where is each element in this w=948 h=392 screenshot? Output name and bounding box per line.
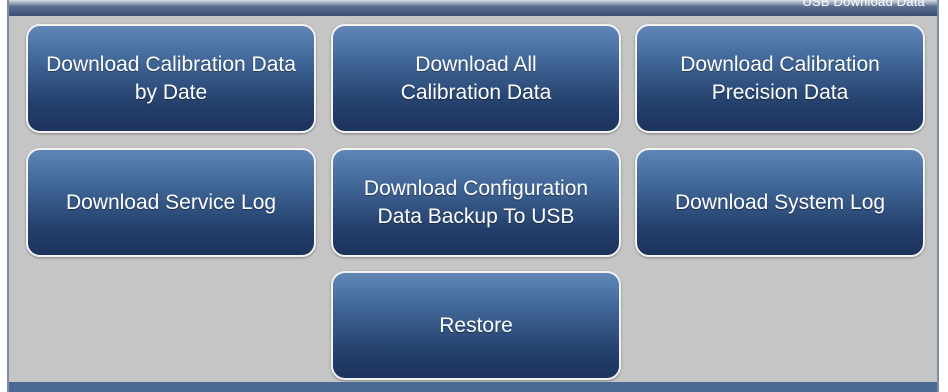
download-all-calibration-label: Download All Calibration Data xyxy=(400,52,552,104)
usb-download-screen: USB Download Data Download Calibration D… xyxy=(7,0,939,392)
download-config-backup-label: Download Configuration Data Backup To US… xyxy=(363,176,589,228)
download-system-log-label: Download System Log xyxy=(674,190,886,214)
download-service-log-label: Download Service Log xyxy=(65,190,277,214)
download-calibration-by-date-button[interactable]: Download Calibration Data by Date xyxy=(26,24,316,133)
footer-bar xyxy=(9,382,937,392)
title-bar: USB Download Data xyxy=(9,0,937,16)
restore-label: Restore xyxy=(439,313,513,337)
download-service-log-button[interactable]: Download Service Log xyxy=(26,148,316,257)
download-config-backup-button[interactable]: Download Configuration Data Backup To US… xyxy=(331,148,621,257)
download-calibration-precision-label: Download Calibration Precision Data xyxy=(680,52,880,104)
restore-button[interactable]: Restore xyxy=(331,271,621,380)
download-calibration-precision-button[interactable]: Download Calibration Precision Data xyxy=(635,24,925,133)
download-all-calibration-button[interactable]: Download All Calibration Data xyxy=(331,24,621,133)
download-calibration-by-date-label: Download Calibration Data by Date xyxy=(46,52,296,104)
download-system-log-button[interactable]: Download System Log xyxy=(635,148,925,257)
screen-title: USB Download Data xyxy=(802,0,925,9)
